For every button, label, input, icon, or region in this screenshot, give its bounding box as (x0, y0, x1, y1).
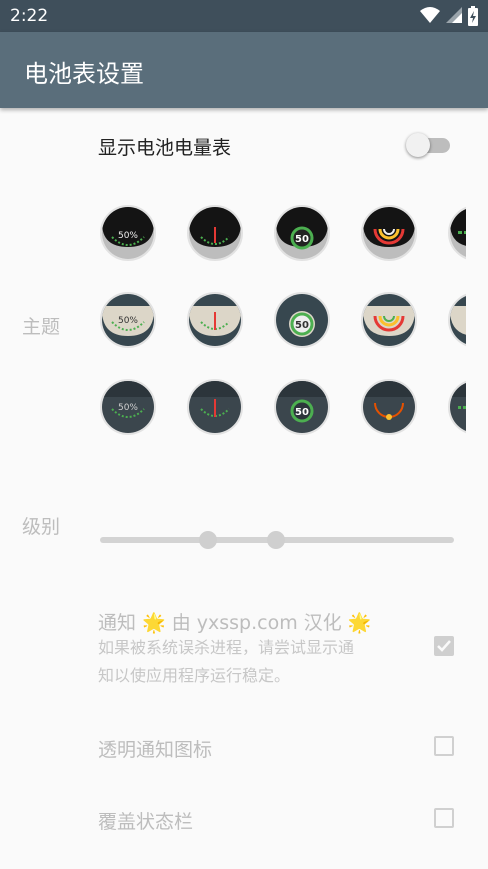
theme-option[interactable] (187, 292, 243, 348)
theme-value: 50 (295, 407, 309, 418)
theme-option[interactable] (187, 379, 243, 435)
theme-value: 50 (295, 234, 309, 245)
show-meter-label: 显示电池电量表 (98, 137, 232, 159)
theme-value: 50% (118, 231, 138, 241)
notification-checkbox[interactable] (434, 636, 454, 656)
signal-icon (445, 7, 462, 23)
transparent-icon-label: 透明通知图标 (98, 739, 213, 761)
transparent-icon-checkbox[interactable] (434, 736, 454, 756)
theme-option[interactable]: 50% (100, 379, 156, 435)
theme-label: 主题 (22, 316, 61, 338)
theme-option[interactable] (361, 292, 417, 348)
cover-status-bar-checkbox[interactable] (434, 808, 454, 828)
status-time: 2:22 (10, 6, 49, 26)
show-meter-switch[interactable] (404, 130, 454, 160)
theme-option[interactable] (448, 205, 466, 261)
theme-option[interactable] (361, 379, 417, 435)
theme-option[interactable] (448, 292, 466, 348)
page-title: 电池表设置 (24, 60, 144, 88)
theme-value: 50 (295, 320, 309, 331)
switch-thumb (406, 133, 430, 157)
status-bar: 2:22 (0, 0, 488, 32)
theme-option[interactable]: 50% (100, 205, 156, 261)
notification-summary-line1: 如果被系统误杀进程，请尝试显示通 (98, 638, 355, 657)
notification-title: 通知 🌟 由 yxssp.com 汉化 🌟 (98, 612, 372, 634)
theme-option[interactable]: 50 (274, 205, 330, 261)
slider-min-handle[interactable] (199, 531, 217, 549)
level-range-slider[interactable] (100, 530, 454, 550)
battery-charging-icon (468, 6, 478, 26)
theme-option[interactable] (448, 379, 466, 435)
slider-max-handle[interactable] (267, 531, 285, 549)
level-label: 级别 (22, 516, 61, 538)
theme-option[interactable]: 50% (100, 292, 156, 348)
cover-status-bar-label: 覆盖状态栏 (98, 811, 194, 833)
theme-value: 50% (118, 403, 138, 413)
wifi-icon (419, 7, 440, 23)
app-bar: 电池表设置 (0, 32, 488, 108)
check-icon (437, 640, 451, 652)
notification-summary: 如果被系统误杀进程，请尝试显示通 知以使应用程序运行稳定。 (98, 634, 354, 690)
theme-value: 50% (118, 316, 138, 326)
status-icons (419, 6, 478, 26)
theme-grid: 50% 50 50% 50 50% 50 (100, 205, 466, 445)
theme-option[interactable]: 50 (274, 379, 330, 435)
theme-option[interactable]: 50 (274, 292, 330, 348)
theme-option[interactable] (187, 205, 243, 261)
theme-option[interactable] (361, 205, 417, 261)
notification-summary-line2: 知以使应用程序运行稳定。 (98, 666, 291, 685)
